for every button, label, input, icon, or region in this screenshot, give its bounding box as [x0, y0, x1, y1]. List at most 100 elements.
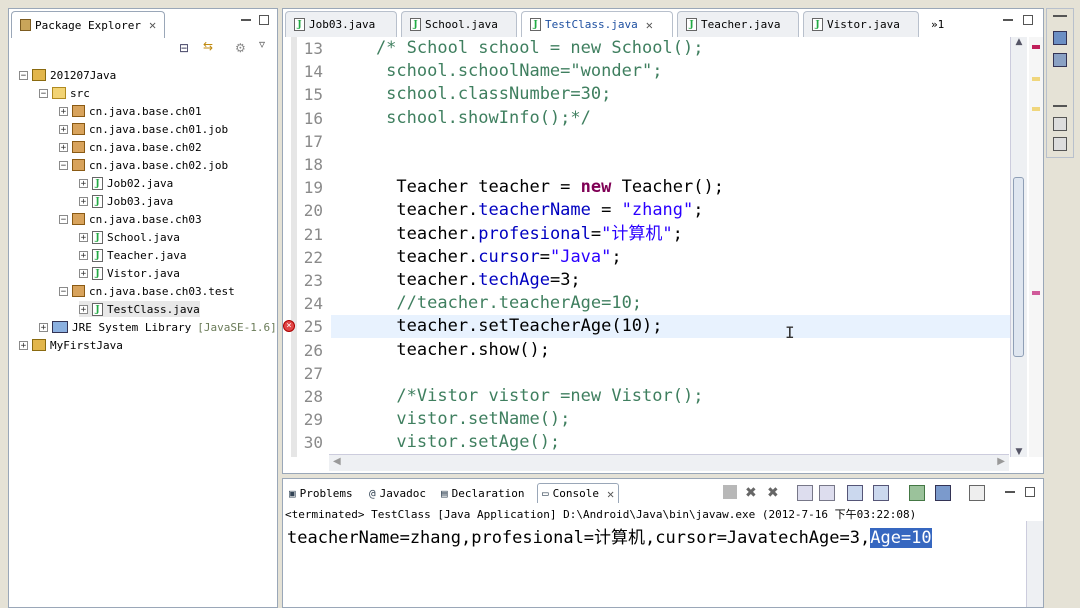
scroll-up-icon[interactable]: ▲: [1011, 37, 1027, 47]
maximize-icon[interactable]: [259, 15, 269, 25]
remove-all-launches-icon[interactable]: ✖: [767, 485, 781, 501]
console-scrollbar[interactable]: [1026, 521, 1043, 607]
close-icon[interactable]: ✕: [607, 487, 614, 501]
code-line[interactable]: school.classNumber=30;: [335, 83, 611, 106]
warning-marker[interactable]: [1032, 77, 1040, 81]
code-line[interactable]: /* School school = new School();: [335, 37, 704, 60]
package-explorer-tab[interactable]: Package Explorer ✕: [11, 11, 166, 38]
editor-tab[interactable]: J TestClass.java ✕: [521, 11, 673, 37]
code-editor[interactable]: 13 14 15 16 17 18 19 20 21 22 23 24 25 × 26 27 28 29 30 /*…: [283, 37, 1011, 457]
maximize-icon[interactable]: [1023, 15, 1033, 25]
expand-icon[interactable]: +: [79, 250, 88, 260]
close-icon[interactable]: ✕: [149, 18, 156, 32]
tree-item[interactable]: − src: [39, 85, 90, 101]
console-output[interactable]: teacherName=zhang,profesional=计算机,cursor…: [287, 523, 932, 548]
scroll-lock-icon[interactable]: [819, 485, 835, 501]
terminate-icon[interactable]: [723, 485, 737, 499]
error-marker[interactable]: [1032, 291, 1040, 295]
tree-item[interactable]: + MyFirstJava: [19, 337, 123, 353]
expand-icon[interactable]: +: [59, 106, 68, 116]
filters-icon[interactable]: ⚙: [235, 41, 246, 55]
tree-item[interactable]: − 201207Java: [19, 67, 116, 83]
warning-marker[interactable]: [1032, 107, 1040, 111]
code-line[interactable]: /*Vistor vistor =new Vistor();: [335, 385, 703, 408]
tree-item[interactable]: + J School.java: [79, 229, 180, 245]
minimize-icon[interactable]: [241, 19, 251, 21]
error-marker[interactable]: [1032, 45, 1040, 49]
expand-icon[interactable]: +: [59, 124, 68, 134]
collapse-icon[interactable]: −: [59, 286, 68, 296]
collapse-icon[interactable]: −: [59, 160, 68, 170]
console-area-tab[interactable]: ▭ Console ✕: [537, 483, 620, 503]
code-line[interactable]: teacher.profesional="计算机";: [335, 223, 682, 246]
editor-tab[interactable]: J School.java: [401, 11, 517, 37]
console-area-tab[interactable]: @ Javadoc: [365, 483, 430, 503]
view-menu-icon[interactable]: ▿: [259, 37, 265, 51]
maximize-icon[interactable]: [1025, 487, 1035, 497]
horizontal-scrollbar[interactable]: ◀ ▶: [329, 454, 1009, 471]
code-line[interactable]: school.showInfo();*/: [335, 107, 591, 130]
tree-item[interactable]: + cn.java.base.ch02: [59, 139, 202, 155]
code-line[interactable]: vistor.setName();: [335, 408, 570, 431]
expand-icon[interactable]: +: [59, 142, 68, 152]
minimize-icon[interactable]: [1053, 105, 1067, 107]
tree-item[interactable]: − cn.java.base.ch02.job: [59, 157, 228, 173]
outline-icon[interactable]: [1053, 137, 1067, 151]
code-line[interactable]: teacher.cursor="Java";: [335, 246, 621, 269]
outline-view-icon[interactable]: [1053, 31, 1067, 45]
tree-item[interactable]: + J TestClass.java: [79, 301, 200, 317]
code-line[interactable]: teacher.setTeacherAge(10);: [331, 315, 1011, 339]
tree-item[interactable]: + J Vistor.java: [79, 265, 180, 281]
clear-console-icon[interactable]: [797, 485, 813, 501]
console-area-tab[interactable]: ▤ Declaration: [437, 483, 528, 503]
tree-item[interactable]: + J Job03.java: [79, 193, 173, 209]
minimize-icon[interactable]: [1005, 491, 1015, 493]
code-line[interactable]: teacher.techAge=3;: [335, 269, 580, 292]
collapse-icon[interactable]: −: [39, 88, 48, 98]
expand-icon[interactable]: +: [79, 178, 88, 188]
tree-item[interactable]: + J Teacher.java: [79, 247, 186, 263]
expand-icon[interactable]: +: [39, 322, 48, 332]
code-line[interactable]: Teacher teacher = new Teacher();: [335, 176, 724, 199]
vertical-scrollbar[interactable]: ▲ ▼: [1010, 37, 1027, 457]
code-line[interactable]: teacher.show();: [335, 339, 550, 362]
code-line[interactable]: vistor.setAge();: [335, 431, 560, 454]
minimize-icon[interactable]: [1053, 15, 1067, 17]
pin-console-icon[interactable]: [873, 485, 889, 501]
expand-icon[interactable]: +: [19, 340, 28, 350]
scroll-thumb[interactable]: [1013, 177, 1024, 357]
new-console-icon[interactable]: [969, 485, 985, 501]
hierarchy-view-icon[interactable]: [1053, 53, 1067, 67]
scroll-right-icon[interactable]: ▶: [997, 456, 1005, 467]
scroll-left-icon[interactable]: ◀: [333, 456, 341, 467]
console-area-tab[interactable]: ▣ Problems: [285, 483, 357, 503]
tree-item[interactable]: + cn.java.base.ch01: [59, 103, 202, 119]
display-console-icon[interactable]: [909, 485, 925, 501]
expand-icon[interactable]: +: [79, 232, 88, 242]
code-line[interactable]: school.schoolName="wonder";: [335, 60, 662, 83]
close-icon[interactable]: ✕: [646, 18, 653, 32]
task-list-icon[interactable]: [1053, 117, 1067, 131]
show-on-output-icon[interactable]: [847, 485, 863, 501]
tree-item[interactable]: + cn.java.base.ch01.job: [59, 121, 228, 137]
code-line[interactable]: teacher.teacherName = "zhang";: [335, 199, 703, 222]
editor-tab[interactable]: J Teacher.java: [677, 11, 799, 37]
editor-tab[interactable]: J Vistor.java: [803, 11, 919, 37]
scroll-down-icon[interactable]: ▼: [1011, 447, 1027, 457]
collapse-icon[interactable]: −: [59, 214, 68, 224]
code-line[interactable]: //teacher.teacherAge=10;: [335, 292, 642, 315]
minimize-icon[interactable]: [1003, 19, 1013, 21]
link-with-editor-icon[interactable]: ⇆: [203, 39, 213, 53]
more-tabs-button[interactable]: »1: [923, 11, 952, 37]
collapse-all-icon[interactable]: ⊟: [179, 41, 189, 55]
tree-item[interactable]: + JRE System Library [JavaSE-1.6]: [39, 319, 277, 335]
expand-icon[interactable]: +: [79, 196, 88, 206]
expand-icon[interactable]: +: [79, 304, 88, 314]
remove-launch-icon[interactable]: ✖: [745, 485, 759, 501]
tree-item[interactable]: + J Job02.java: [79, 175, 173, 191]
expand-icon[interactable]: +: [79, 268, 88, 278]
open-console-icon[interactable]: [935, 485, 951, 501]
tree-item[interactable]: − cn.java.base.ch03.test: [59, 283, 235, 299]
editor-tab[interactable]: J Job03.java: [285, 11, 397, 37]
collapse-icon[interactable]: −: [19, 70, 28, 80]
